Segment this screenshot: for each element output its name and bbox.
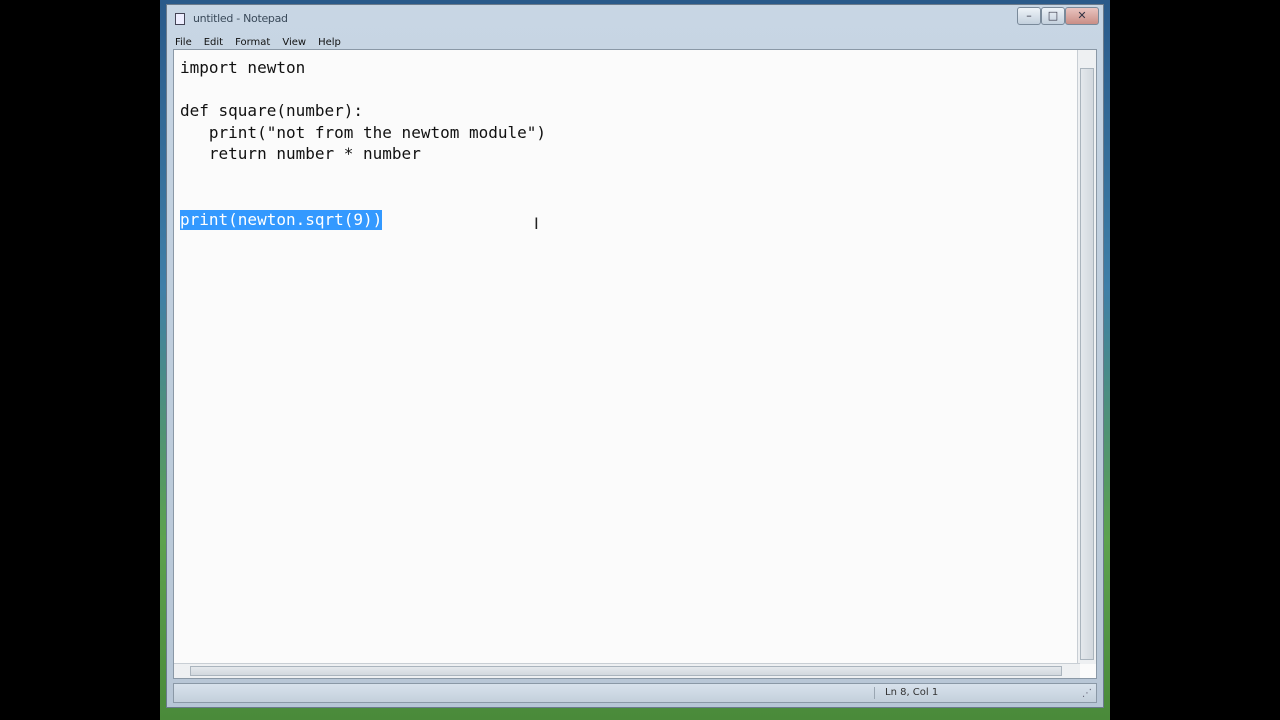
vertical-scroll-thumb[interactable] xyxy=(1080,68,1094,660)
code-line[interactable]: def square(number): xyxy=(180,101,363,121)
cursor-position-status: Ln 8, Col 1 xyxy=(874,687,1035,699)
text-cursor-icon: I xyxy=(534,214,539,233)
code-line[interactable]: import newton xyxy=(180,58,305,78)
menu-format[interactable]: Format xyxy=(233,37,272,48)
minimize-button[interactable]: – xyxy=(1017,7,1041,25)
maximize-button[interactable]: □ xyxy=(1041,7,1065,25)
title-bar[interactable]: untitled - Notepad – □ ✕ xyxy=(167,5,1103,33)
status-bar: Ln 8, Col 1 ⋰ xyxy=(173,683,1097,703)
text-editor[interactable]: import newton def square(number): print(… xyxy=(178,54,1078,668)
editor-area[interactable]: import newton def square(number): print(… xyxy=(173,49,1097,679)
code-line[interactable]: print("not from the newtom module") xyxy=(180,123,546,143)
window-title: untitled - Notepad xyxy=(193,12,288,25)
code-line[interactable]: return number * number xyxy=(180,144,421,164)
menu-edit[interactable]: Edit xyxy=(202,37,225,48)
notepad-app-icon[interactable] xyxy=(175,13,185,25)
horizontal-scrollbar[interactable] xyxy=(174,663,1080,678)
menu-file[interactable]: File xyxy=(173,37,194,48)
notepad-window: untitled - Notepad – □ ✕ File Edit Forma… xyxy=(166,4,1104,708)
horizontal-scroll-thumb[interactable] xyxy=(190,666,1062,676)
selected-code-line[interactable]: print(newton.sqrt(9)) xyxy=(180,210,383,230)
vertical-scrollbar[interactable] xyxy=(1077,50,1096,664)
resize-grip-icon[interactable]: ⋰ xyxy=(1082,688,1092,699)
menu-bar: File Edit Format View Help xyxy=(173,35,1097,49)
close-button[interactable]: ✕ xyxy=(1065,7,1099,25)
menu-help[interactable]: Help xyxy=(316,37,343,48)
menu-view[interactable]: View xyxy=(280,37,308,48)
